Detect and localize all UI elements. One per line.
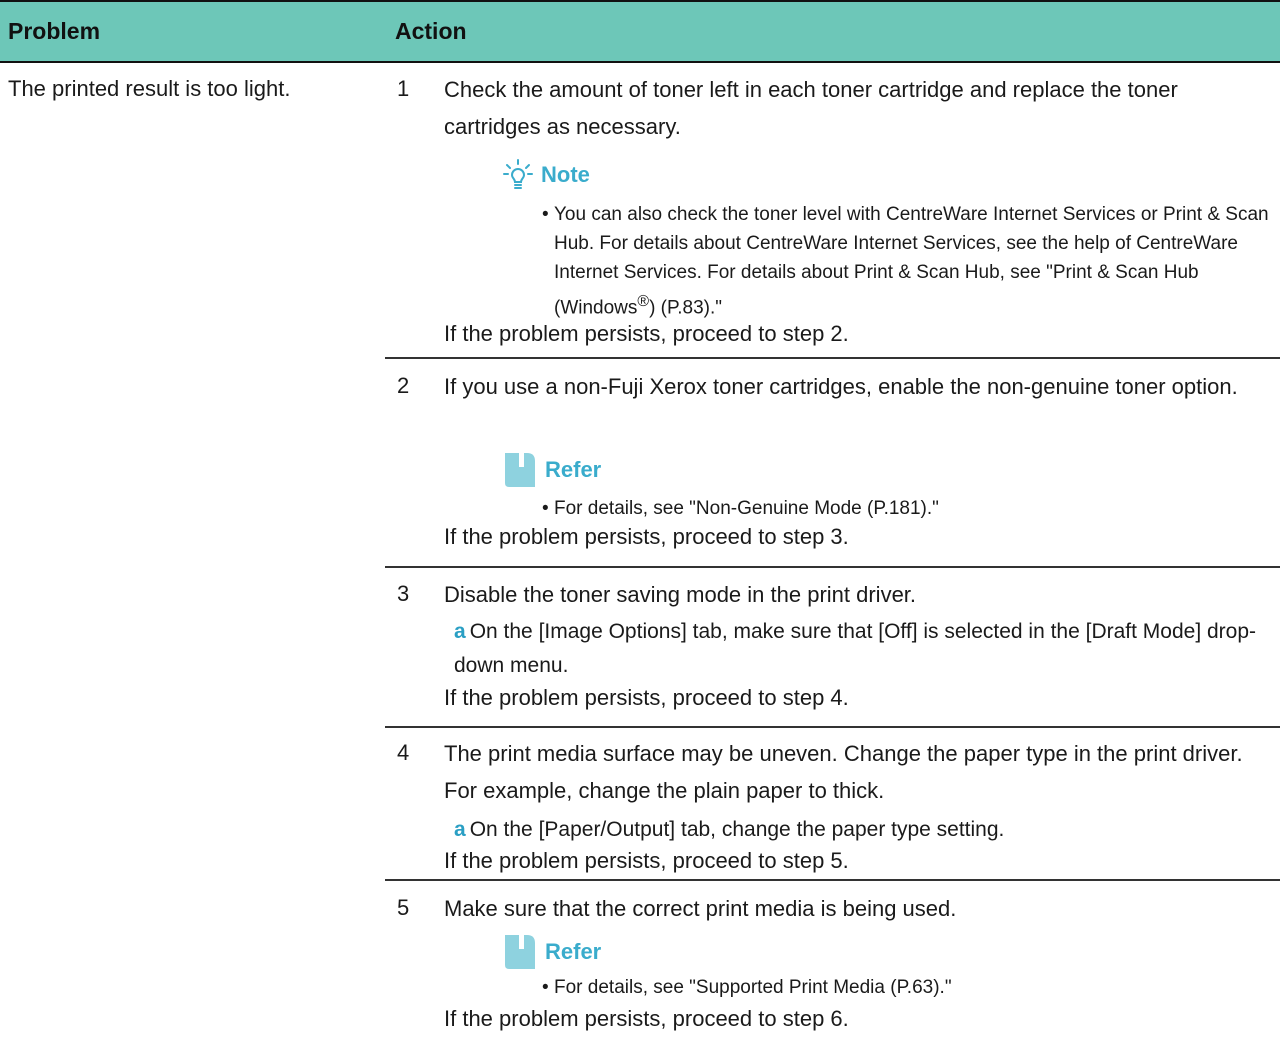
refer-label: Refer: [545, 939, 602, 964]
step-text: If you use a non-Fuji Xerox toner cartri…: [444, 374, 1238, 399]
step-text: The print media surface may be uneven. C…: [444, 741, 1243, 803]
table-header: Problem Action: [0, 0, 1280, 63]
bullet-dot: •: [542, 977, 549, 998]
step-number: 1: [397, 76, 410, 101]
sub-step: a On the [Image Options] tab, make sure t…: [454, 615, 1280, 683]
refer-bullet-text: For details, see "Supported Print Media …: [554, 977, 952, 998]
step-text: Make sure that the correct print media i…: [444, 896, 957, 921]
sub-step: a On the [Paper/Output] tab, change the p…: [454, 813, 1280, 847]
row-divider: [385, 726, 1280, 728]
problem-description: The printed result is too light.: [8, 76, 291, 101]
note-heading: Note: [503, 158, 590, 192]
refer-bullet: • For details, see "Supported Print Medi…: [542, 973, 1274, 1002]
step-2: 2 If you use a non-Fuji Xerox toner cart…: [385, 371, 1280, 561]
note-bullet: • You can also check the toner level wit…: [542, 200, 1274, 322]
column-header-action: Action: [395, 18, 467, 44]
book-icon: [503, 451, 537, 489]
row-divider: [385, 879, 1280, 881]
bullet-dot: •: [542, 204, 549, 225]
step-text: Check the amount of toner left in each t…: [444, 77, 1178, 139]
step-number: 4: [397, 740, 410, 765]
column-header-problem: Problem: [8, 18, 101, 44]
sub-step-letter: a: [454, 818, 466, 841]
lightbulb-icon: [503, 159, 533, 191]
persist-text: If the problem persists, proceed to step…: [444, 685, 849, 710]
row-divider: [385, 566, 1280, 568]
book-icon: [503, 933, 537, 971]
persist-text: If the problem persists, proceed to step…: [444, 1006, 849, 1031]
persist-text: If the problem persists, proceed to step…: [444, 524, 849, 549]
step-1: 1 Check the amount of toner left in each…: [385, 74, 1280, 354]
persist-text: If the problem persists, proceed to step…: [444, 321, 849, 346]
refer-heading: Refer: [503, 935, 601, 969]
sub-step-text: On the [Paper/Output] tab, change the pa…: [469, 818, 1005, 841]
sub-step-letter: a: [454, 620, 466, 643]
bullet-dot: •: [542, 498, 549, 519]
note-bullet-text-end: ) (P.83).": [649, 297, 722, 319]
row-divider: [385, 357, 1280, 359]
sub-step-text: On the [Image Options] tab, make sure th…: [454, 620, 1257, 677]
step-number: 2: [397, 373, 410, 398]
refer-bullet: • For details, see "Non-Genuine Mode (P.…: [542, 494, 1274, 523]
refer-label: Refer: [545, 457, 602, 482]
refer-bullet-text: For details, see "Non-Genuine Mode (P.18…: [554, 498, 939, 519]
step-number: 5: [397, 895, 410, 920]
step-4: 4 The print media surface may be uneven.…: [385, 738, 1280, 873]
step-5: 5 Make sure that the correct print media…: [385, 893, 1280, 1038]
step-text: Disable the toner saving mode in the pri…: [444, 582, 917, 607]
persist-text: If the problem persists, proceed to step…: [444, 848, 849, 873]
refer-heading: Refer: [503, 453, 601, 487]
step-3: 3 Disable the toner saving mode in the p…: [385, 579, 1280, 710]
step-number: 3: [397, 581, 410, 606]
note-label: Note: [541, 162, 590, 187]
registered-mark: ®: [637, 293, 650, 310]
